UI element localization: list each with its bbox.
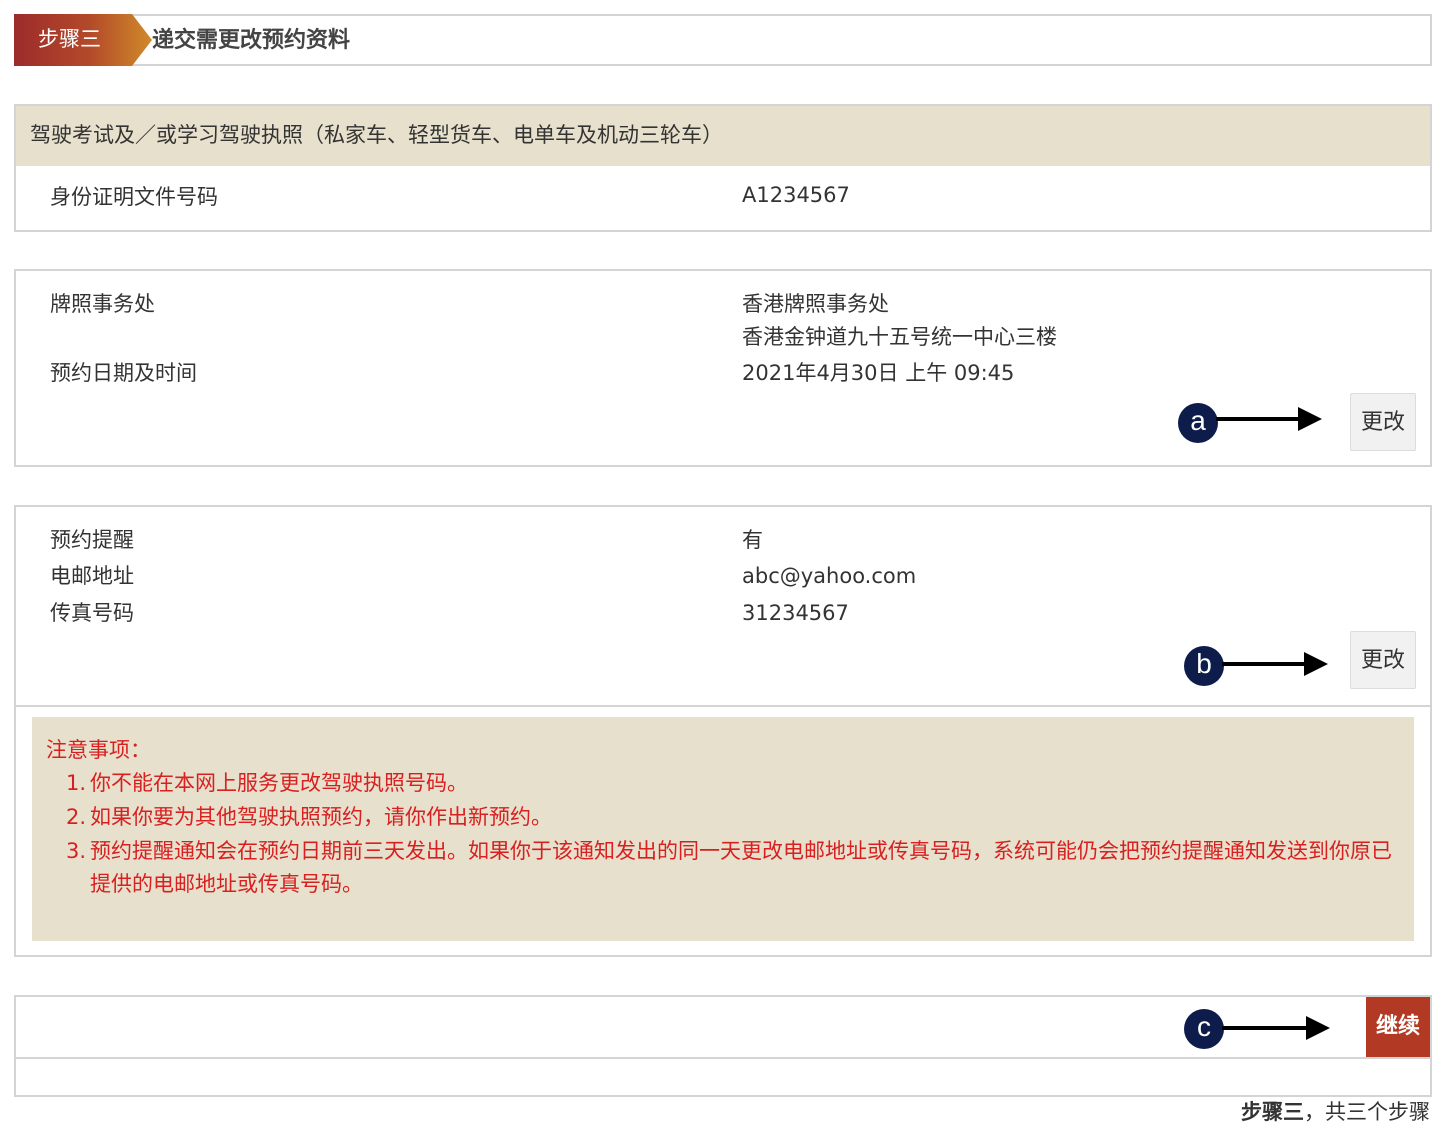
notice-title: 注意事项： (46, 738, 151, 762)
fax-label: 传真号码 (50, 601, 134, 625)
marker-a-letter: a (1190, 405, 1206, 436)
marker-c: c (1184, 1009, 1224, 1049)
office-address: 香港金钟道九十五号统一中心三楼 (742, 325, 1057, 349)
actions-section: c 继续 (14, 995, 1432, 1097)
office-label: 牌照事务处 (50, 292, 155, 316)
step-indicator: 步骤三，共三个步骤 (1241, 1097, 1430, 1127)
datetime-value: 2021年4月30日 上午 09:45 (742, 361, 1015, 385)
notice-item-text: 你不能在本网上服务更改驾驶执照号码。 (90, 771, 468, 795)
continue-button[interactable]: 继续 (1366, 997, 1430, 1057)
arrow-c-icon (1306, 1016, 1330, 1040)
datetime-label: 预约日期及时间 (50, 361, 197, 385)
page-title: 递交需更改预约资料 (152, 28, 351, 53)
arrow-b-icon (1304, 652, 1328, 676)
step-badge-text: 步骤三 (38, 27, 101, 51)
licence-type-text: 驾驶考试及／或学习驾驶执照（私家车、轻型货车、电单车及机动三轮车） (30, 123, 723, 147)
marker-b-letter: b (1196, 648, 1212, 679)
notice-item-number: 2. (66, 805, 87, 829)
marker-a: a (1178, 403, 1218, 443)
notice-item-text: 如果你要为其他驾驶执照预约，请你作出新预约。 (90, 805, 552, 829)
marker-c-letter: c (1197, 1011, 1211, 1042)
notice-item: 2. 如果你要为其他驾驶执照预约，请你作出新预约。 (66, 801, 1406, 834)
email-label: 电邮地址 (50, 564, 134, 588)
notice-item-number: 3. (66, 839, 87, 863)
notice-item-number: 1. (66, 771, 87, 795)
step-header: 步骤三 递交需更改预约资料 (14, 14, 1432, 66)
reminder-section: 预约提醒 有 电邮地址 abc@yahoo.com 传真号码 31234567 … (14, 505, 1432, 957)
continue-row: c 继续 (16, 997, 1430, 1059)
notice-panel: 注意事项： 1. 你不能在本网上服务更改驾驶执照号码。 2. 如果你要为其他驾驶… (32, 717, 1414, 941)
divider (16, 705, 1430, 707)
appointment-section: 牌照事务处 香港牌照事务处 香港金钟道九十五号统一中心三楼 预约日期及时间 20… (14, 269, 1432, 467)
arrow-a-icon (1298, 407, 1322, 431)
arrow-c-line (1222, 1026, 1310, 1030)
step-current: 步骤三 (1241, 1100, 1304, 1124)
arrow-a-line (1216, 417, 1302, 421)
id-label: 身份证明文件号码 (50, 185, 218, 209)
arrow-b-line (1222, 662, 1308, 666)
change-appointment-button[interactable]: 更改 (1350, 393, 1416, 451)
email-value: abc@yahoo.com (742, 564, 917, 588)
office-name: 香港牌照事务处 (742, 292, 889, 316)
fax-value: 31234567 (742, 601, 849, 625)
reminder-label: 预约提醒 (50, 528, 134, 552)
marker-b: b (1184, 646, 1224, 686)
notice-item-text: 预约提醒通知会在预约日期前三天发出。如果你于该通知发出的同一天更改电邮地址或传真… (90, 839, 1392, 896)
licence-type-bar: 驾驶考试及／或学习驾驶执照（私家车、轻型货车、电单车及机动三轮车） (16, 106, 1430, 166)
licence-section: 驾驶考试及／或学习驾驶执照（私家车、轻型货车、电单车及机动三轮车） 身份证明文件… (14, 104, 1432, 232)
reminder-value: 有 (742, 528, 763, 552)
step-badge: 步骤三 (14, 14, 152, 66)
id-value: A1234567 (742, 183, 850, 207)
step-total: ，共三个步骤 (1304, 1100, 1430, 1124)
notice-item: 1. 你不能在本网上服务更改驾驶执照号码。 (66, 767, 1406, 800)
notice-item: 3. 预约提醒通知会在预约日期前三天发出。如果你于该通知发出的同一天更改电邮地址… (66, 835, 1406, 901)
change-reminder-button[interactable]: 更改 (1350, 631, 1416, 689)
